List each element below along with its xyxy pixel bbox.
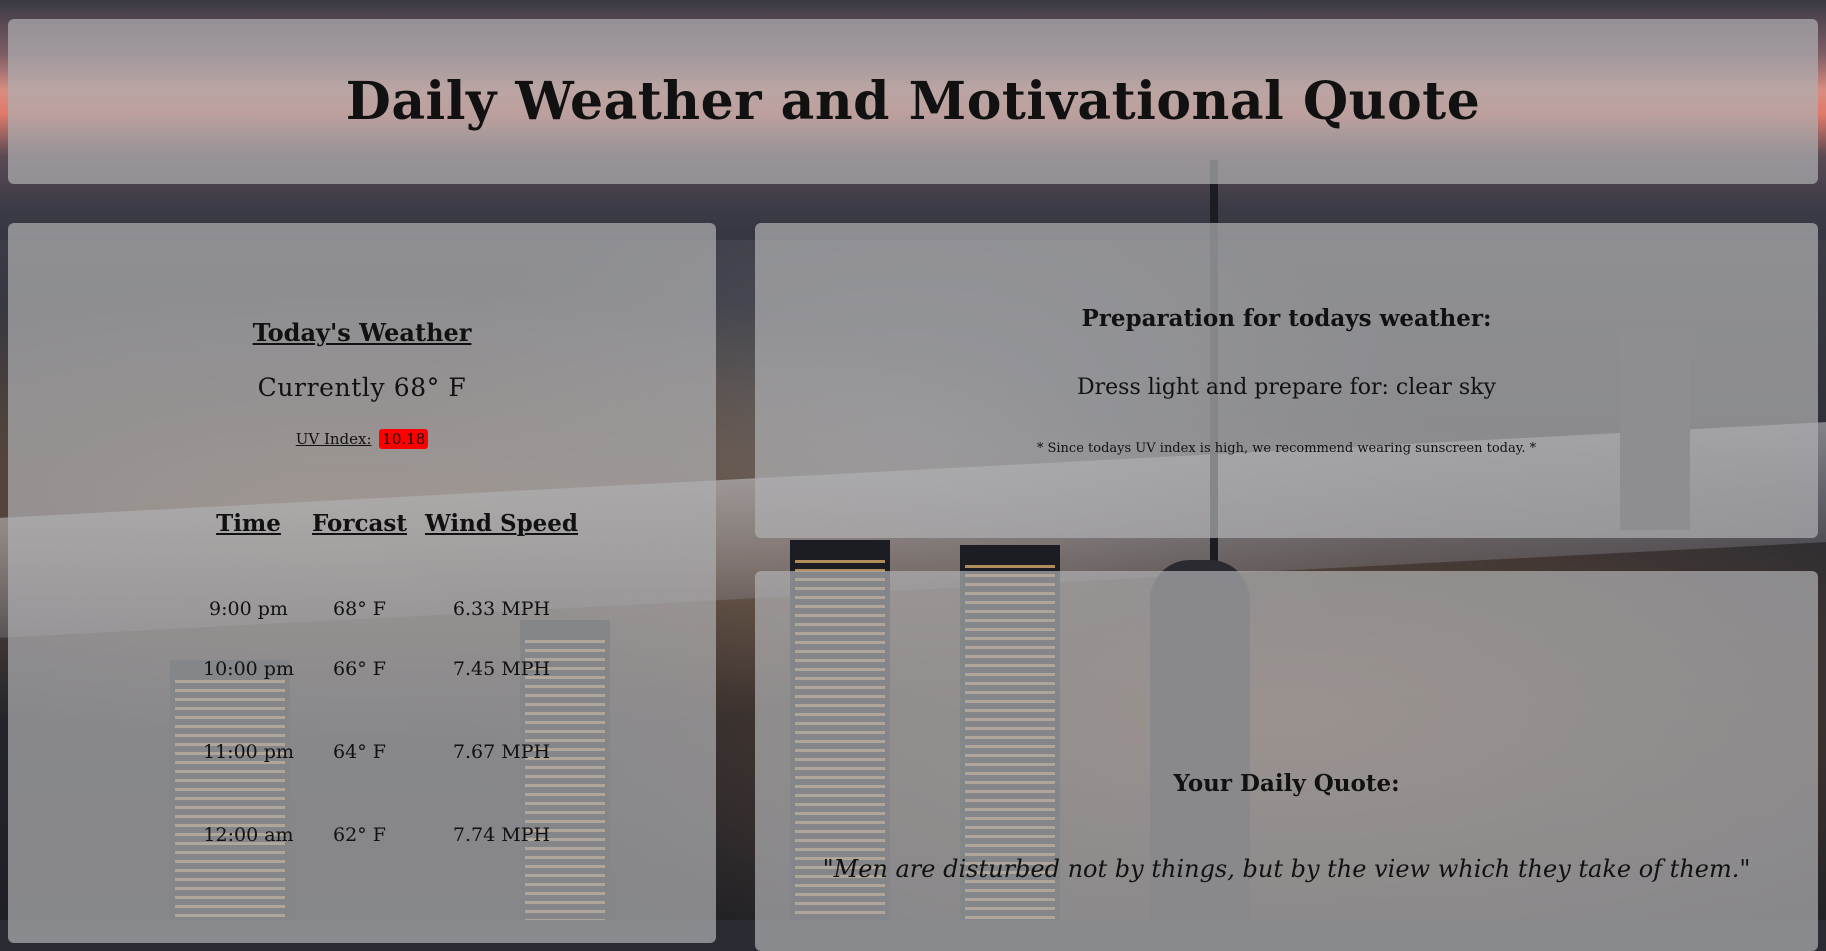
time-cell: 12:00 am (203, 823, 294, 846)
wind-speed-cell: 6.33 MPH (452, 597, 551, 620)
uv-index-label: UV Index: (295, 430, 372, 448)
daily-quote-heading: Your Daily Quote: (1173, 770, 1400, 797)
forecast-cell: 64° F (333, 740, 386, 763)
forecast-cell: 66° F (333, 657, 386, 680)
table-row: 10:00 pm 66° F 7.45 MPH (194, 627, 587, 710)
wind-speed-cell: 7.45 MPH (452, 657, 551, 680)
page-title: Daily Weather and Motivational Quote (345, 71, 1481, 132)
wind-speed-cell: 7.67 MPH (452, 740, 551, 763)
column-header-forecast: Forcast (311, 509, 407, 537)
time-cell: 10:00 pm (203, 657, 294, 680)
todays-weather-heading: Today's Weather (252, 318, 472, 347)
table-row: 11:00 pm 64° F 7.67 MPH (194, 710, 587, 793)
preparation-panel: Preparation for todays weather: Dress li… (755, 223, 1818, 538)
forecast-table: Time Forcast Wind Speed 9:00 pm 68° F 6.… (194, 502, 587, 876)
header-panel: Daily Weather and Motivational Quote (8, 19, 1818, 184)
forecast-cell: 68° F (333, 597, 386, 620)
uv-index-badge: 10.18 (379, 429, 429, 449)
wind-speed-cell: 7.74 MPH (452, 823, 551, 846)
forecast-header-row: Time Forcast Wind Speed (194, 502, 587, 544)
column-header-wind-speed: Wind Speed (425, 509, 579, 537)
current-temperature: Currently 68° F (257, 373, 467, 402)
uv-index-line: UV Index: 10.18 (8, 429, 716, 449)
sunscreen-note: * Since todays UV index is high, we reco… (1036, 441, 1537, 456)
quote-panel: Your Daily Quote: "Men are disturbed not… (755, 571, 1818, 951)
time-cell: 9:00 pm (209, 597, 288, 620)
preparation-heading: Preparation for todays weather: (1081, 305, 1492, 332)
daily-quote-text: "Men are disturbed not by things, but by… (822, 855, 1751, 883)
time-cell: 11:00 pm (203, 740, 294, 763)
preparation-text: Dress light and prepare for: clear sky (1077, 375, 1496, 400)
forecast-cell: 62° F (333, 823, 386, 846)
column-header-time: Time (216, 509, 281, 537)
table-row: 12:00 am 62° F 7.74 MPH (194, 793, 587, 876)
table-row: 9:00 pm 68° F 6.33 MPH (194, 544, 587, 627)
weather-panel: Today's Weather Currently 68° F UV Index… (8, 223, 716, 943)
